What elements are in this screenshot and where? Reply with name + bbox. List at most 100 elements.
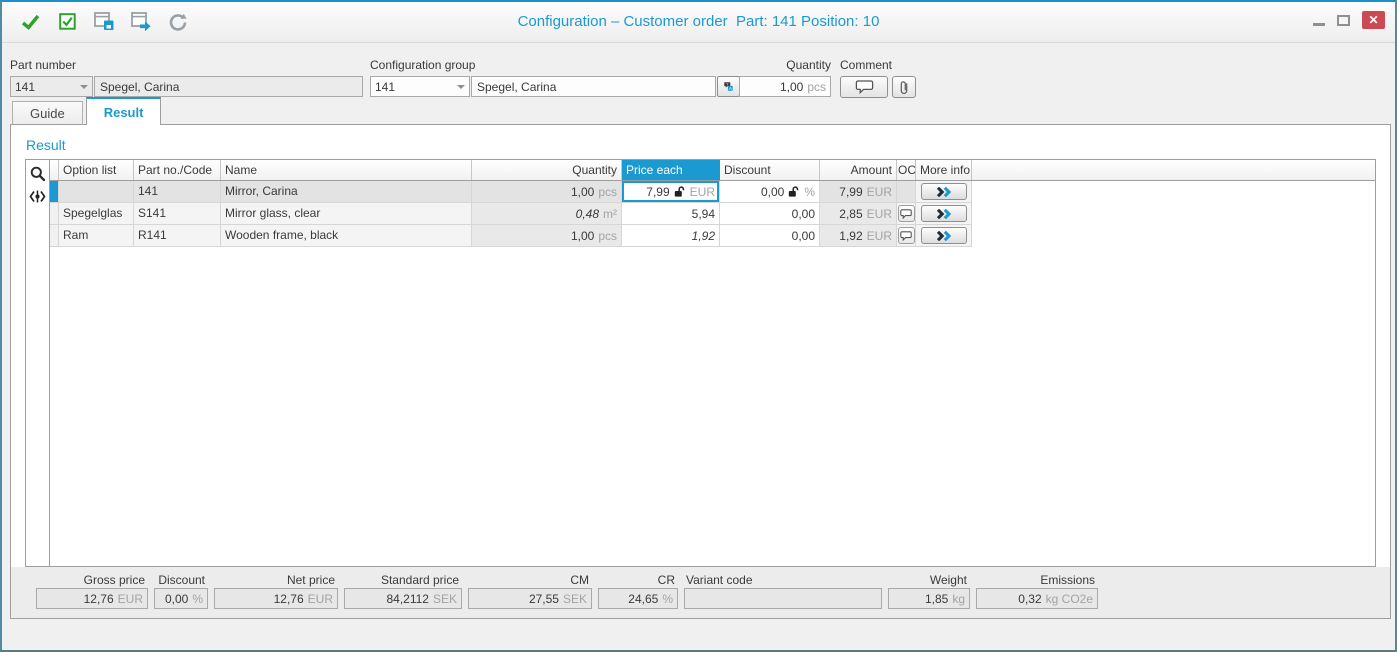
more-info-button[interactable] — [921, 205, 967, 222]
operation-comment-button[interactable] — [898, 227, 915, 244]
row-selected-indicator[interactable] — [50, 181, 59, 203]
gross-price-field: Gross price 12,76EUR — [36, 572, 148, 618]
col-header-name[interactable]: Name — [221, 160, 472, 180]
quantity-group: Quantity 1,00 pcs — [739, 58, 831, 97]
quantity-label: Quantity — [739, 58, 831, 72]
result-panel: Result Option list Part no./Code Name Qu… — [10, 124, 1391, 619]
cell-amount[interactable]: 7,99 EUR — [820, 181, 897, 203]
table-row: Spegelglas S141 Mirror glass, clear 0,48… — [50, 203, 1375, 225]
table-row: 141 Mirror, Carina 1,00 pcs 7,99 EUR 0,0… — [50, 181, 1375, 203]
cell-option-list[interactable]: Spegelglas — [59, 203, 134, 225]
col-header-oc[interactable]: OC — [897, 160, 916, 180]
row-indicator-header — [50, 160, 59, 180]
standard-price-field: Standard price 84,2112SEK — [344, 572, 462, 618]
more-info-button[interactable] — [921, 183, 967, 200]
discount-field: Discount 0,00% — [154, 572, 208, 618]
part-name-field[interactable]: Spegel, Carina — [94, 76, 363, 97]
table-row: Ram R141 Wooden frame, black 1,00 pcs 1,… — [50, 225, 1375, 247]
cell-name[interactable]: Mirror, Carina — [221, 181, 472, 203]
double-chevron-icon — [936, 231, 952, 241]
tab-guide[interactable]: Guide — [12, 101, 83, 125]
cell-more-info — [916, 181, 972, 203]
result-grid: Option list Part no./Code Name Quantity … — [25, 159, 1376, 567]
cell-amount[interactable]: 2,85 EUR — [820, 203, 897, 225]
net-price-field: Net price 12,76EUR — [214, 572, 338, 618]
more-info-button[interactable] — [921, 227, 967, 244]
maximize-button[interactable] — [1337, 15, 1350, 26]
speech-bubble-icon — [900, 231, 912, 241]
cell-quantity[interactable]: 1,00 pcs — [472, 181, 622, 203]
col-header-discount[interactable]: Discount — [720, 160, 820, 180]
col-header-price-each[interactable]: Price each — [622, 160, 720, 180]
column-width-icon[interactable] — [29, 190, 46, 203]
double-chevron-icon — [936, 209, 952, 219]
paperclip-icon — [899, 79, 909, 96]
cell-discount[interactable]: 0,00 % — [720, 181, 820, 203]
cell-part-no[interactable]: S141 — [134, 203, 221, 225]
configuration-group: Configuration group 141 Spegel, Carina ?… — [370, 58, 740, 97]
cell-price-each[interactable]: 5,94 — [622, 203, 720, 225]
tab-result[interactable]: Result — [86, 97, 162, 125]
cell-quantity[interactable]: 1,00 pcs — [472, 225, 622, 247]
titlebar: Configuration – Customer order Part: 141… — [2, 2, 1395, 43]
cell-more-info — [916, 203, 972, 225]
col-header-filler — [972, 160, 1375, 180]
translate-button[interactable]: ? A — [717, 76, 740, 97]
svg-text:A: A — [729, 86, 732, 91]
window-title: Configuration – Customer order Part: 141… — [2, 13, 1395, 30]
cell-price-each[interactable]: 1,92 — [622, 225, 720, 247]
cell-option-list[interactable] — [59, 181, 134, 203]
col-header-amount[interactable]: Amount — [820, 160, 897, 180]
double-chevron-icon — [936, 187, 952, 197]
grid-table: Option list Part no./Code Name Quantity … — [50, 160, 1375, 566]
cell-amount[interactable]: 1,92 EUR — [820, 225, 897, 247]
comment-group: Comment — [840, 58, 916, 98]
search-icon[interactable] — [30, 166, 46, 182]
unlock-icon — [788, 186, 800, 198]
variant-code-field: Variant code — [684, 572, 882, 618]
cell-name[interactable]: Mirror glass, clear — [221, 203, 472, 225]
cell-part-no[interactable]: R141 — [134, 225, 221, 247]
result-section-title: Result — [26, 137, 66, 153]
cell-more-info — [916, 225, 972, 247]
minimize-button[interactable] — [1313, 23, 1325, 26]
quantity-field[interactable]: 1,00 pcs — [739, 76, 831, 97]
window-controls: ✕ — [1313, 11, 1385, 29]
configuration-group-label: Configuration group — [370, 58, 740, 72]
operation-comment-button[interactable] — [898, 205, 915, 222]
row-indicator[interactable] — [50, 225, 59, 247]
unlock-icon — [674, 186, 686, 198]
comment-label: Comment — [840, 58, 916, 72]
tab-bar: Guide Result — [12, 97, 161, 125]
chevron-down-icon — [457, 85, 465, 93]
cell-oc — [897, 203, 916, 225]
col-header-option-list[interactable]: Option list — [59, 160, 134, 180]
cell-name[interactable]: Wooden frame, black — [221, 225, 472, 247]
close-button[interactable]: ✕ — [1362, 11, 1385, 29]
configuration-window: Configuration – Customer order Part: 141… — [0, 0, 1397, 652]
cell-price-each-focused[interactable]: 7,99 EUR — [622, 181, 720, 203]
cell-quantity[interactable]: 0,48 m² — [472, 203, 622, 225]
attachment-button[interactable] — [892, 76, 916, 98]
emissions-field: Emissions 0,32kg CO2e — [976, 572, 1098, 618]
part-number-combo[interactable]: 141 — [10, 76, 93, 97]
comment-button[interactable] — [840, 76, 888, 98]
col-header-more-info[interactable]: More info — [916, 160, 972, 180]
cell-option-list[interactable]: Ram — [59, 225, 134, 247]
configuration-group-combo[interactable]: 141 — [370, 76, 470, 97]
cell-discount[interactable]: 0,00 — [720, 203, 820, 225]
cell-oc — [897, 181, 916, 203]
configuration-group-name-field[interactable]: Spegel, Carina — [471, 76, 716, 97]
weight-field: Weight 1,85kg — [888, 572, 970, 618]
cm-field: CM 27,55SEK — [468, 572, 592, 618]
col-header-part-no[interactable]: Part no./Code — [134, 160, 221, 180]
col-header-quantity[interactable]: Quantity — [472, 160, 622, 180]
cr-field: CR 24,65% — [598, 572, 678, 618]
cell-part-no[interactable]: 141 — [134, 181, 221, 203]
row-indicator[interactable] — [50, 203, 59, 225]
summary-bar: Gross price 12,76EUR Discount 0,00% Net … — [11, 567, 1390, 618]
cell-oc — [897, 225, 916, 247]
grid-header-row: Option list Part no./Code Name Quantity … — [50, 160, 1375, 181]
speech-bubble-icon — [900, 209, 912, 219]
cell-discount[interactable]: 0,00 — [720, 225, 820, 247]
